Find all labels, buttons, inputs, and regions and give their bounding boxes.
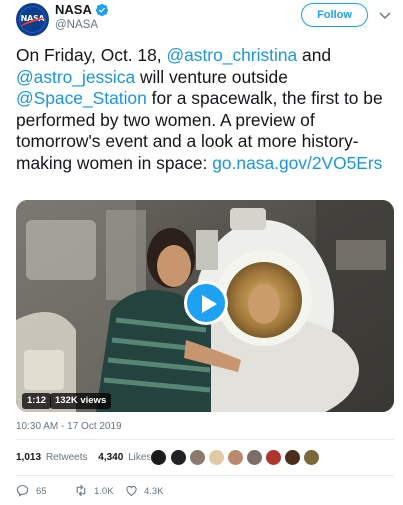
video-player[interactable]: 1:12 132K views bbox=[16, 200, 394, 412]
play-button[interactable] bbox=[184, 281, 228, 325]
retweets-label: Retweets bbox=[45, 452, 88, 463]
retweets-stat[interactable]: 1,013 Retweets bbox=[16, 452, 88, 463]
divider bbox=[16, 475, 394, 476]
video-duration: 1:12 bbox=[22, 393, 52, 409]
tweet-stats: 1,013 Retweets 4,340 Likes bbox=[16, 452, 151, 463]
retweet-button[interactable]: 1.0K bbox=[74, 482, 124, 500]
likes-count: 4,340 bbox=[98, 452, 124, 463]
follow-button[interactable]: Follow bbox=[301, 3, 368, 27]
like-count: 4.3K bbox=[144, 486, 164, 497]
avatar[interactable] bbox=[284, 449, 301, 466]
tweet-text: On Friday, Oct. 18, @astro_christina and… bbox=[16, 45, 396, 174]
mention-astro-christina[interactable]: @astro_christina bbox=[166, 45, 297, 65]
likes-stat[interactable]: 4,340 Likes bbox=[98, 452, 151, 463]
avatar[interactable] bbox=[303, 449, 320, 466]
chevron-down-icon[interactable] bbox=[378, 8, 392, 22]
author-handle[interactable]: @NASA bbox=[55, 19, 98, 31]
video-views: 132K views bbox=[50, 393, 112, 409]
author-name[interactable]: NASA bbox=[55, 2, 92, 17]
tweet-link[interactable]: go.nasa.gov/2VO5Ers bbox=[212, 153, 382, 173]
avatar[interactable] bbox=[189, 449, 206, 466]
divider bbox=[16, 439, 394, 440]
avatar[interactable]: NASA bbox=[16, 3, 49, 36]
retweet-icon bbox=[76, 484, 86, 497]
retweet-count: 1.0K bbox=[94, 486, 114, 497]
mention-space-station[interactable]: @Space_Station bbox=[16, 88, 147, 108]
play-icon bbox=[202, 295, 217, 313]
avatar[interactable] bbox=[227, 449, 244, 466]
reply-button[interactable]: 65 bbox=[16, 482, 56, 500]
tweet-text-part: On Friday, Oct. 18, bbox=[16, 45, 167, 65]
mention-astro-jessica[interactable]: @astro_jessica bbox=[16, 67, 135, 87]
likes-label: Likes bbox=[128, 452, 152, 463]
avatar[interactable] bbox=[246, 449, 263, 466]
tweet-header: NASA NASA @NASA Follow bbox=[0, 0, 403, 40]
like-button[interactable]: 4.3K bbox=[125, 482, 175, 500]
reply-count: 65 bbox=[36, 486, 47, 497]
avatar[interactable] bbox=[265, 449, 282, 466]
avatar[interactable] bbox=[208, 449, 225, 466]
reply-icon bbox=[16, 485, 29, 497]
avatar[interactable] bbox=[150, 449, 167, 466]
retweets-count: 1,013 bbox=[16, 452, 42, 463]
heart-icon bbox=[126, 485, 137, 497]
avatar[interactable] bbox=[170, 449, 187, 466]
tweet-text-part: and bbox=[297, 45, 332, 65]
tweet-timestamp[interactable]: 10:30 AM - 17 Oct 2019 bbox=[16, 421, 122, 432]
tweet-text-part: will venture outside bbox=[135, 66, 288, 87]
verified-badge-icon bbox=[95, 3, 109, 17]
